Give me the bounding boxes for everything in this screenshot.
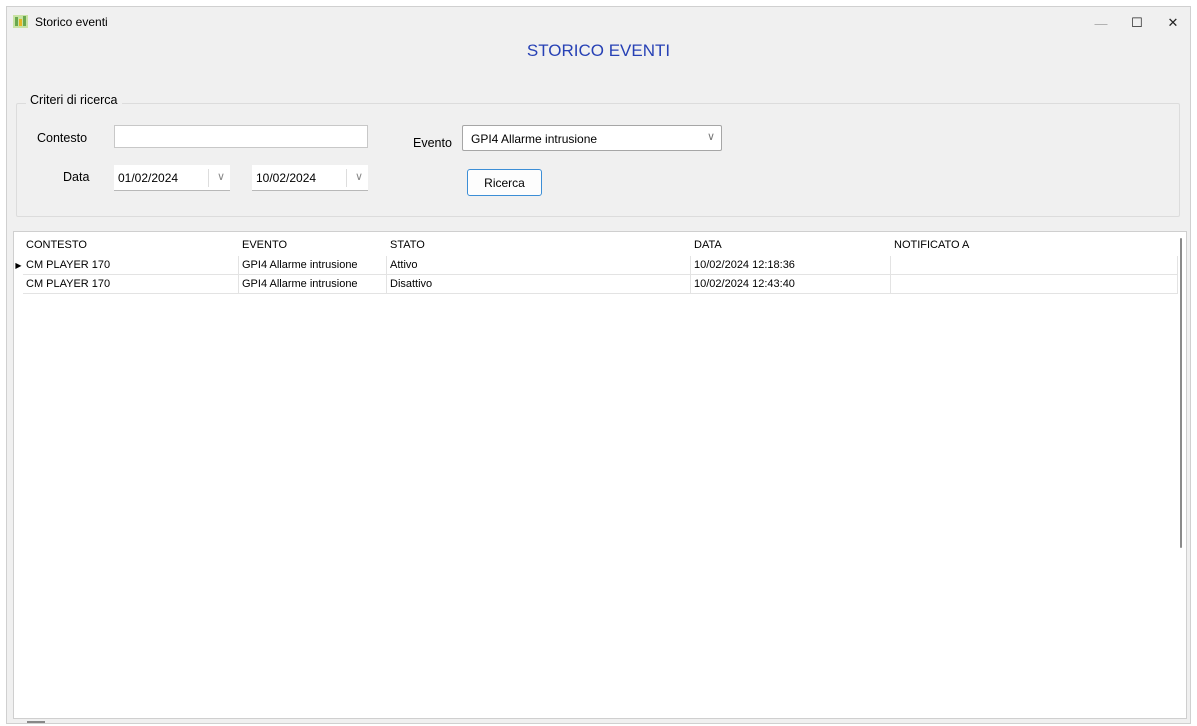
search-criteria-legend: Criteri di ricerca	[26, 93, 122, 107]
column-header-stato[interactable]: STATO	[387, 236, 691, 255]
window-title: Storico eventi	[35, 15, 108, 29]
evento-label: Evento	[413, 136, 452, 150]
chevron-down-icon[interactable]: ∨	[355, 170, 363, 183]
date-from-separator	[208, 169, 209, 187]
date-to-picker[interactable]: 10/02/2024 ∨	[252, 165, 368, 191]
date-from-value: 01/02/2024	[118, 171, 179, 185]
cell-evento[interactable]: GPI4 Allarme intrusione	[239, 275, 387, 294]
column-header-notificato-a[interactable]: NOTIFICATO A	[891, 236, 1178, 255]
table-row[interactable]: ▶ CM PLAYER 170 GPI4 Allarme intrusione …	[14, 256, 1178, 275]
grid-header: CONTESTO EVENTO STATO DATA NOTIFICATO A	[14, 236, 1178, 255]
cell-notificato-a[interactable]	[891, 256, 1178, 275]
chevron-down-icon[interactable]: ∨	[707, 130, 715, 143]
cell-stato[interactable]: Disattivo	[387, 275, 691, 294]
app-window: Storico eventi — ☐ ✕ STORICO EVENTI Crit…	[6, 6, 1191, 724]
maximize-button[interactable]: ☐	[1117, 9, 1157, 37]
maximize-icon: ☐	[1131, 15, 1143, 30]
close-button[interactable]: ✕	[1153, 9, 1193, 37]
minimize-icon: —	[1094, 15, 1108, 31]
title-bar[interactable]: Storico eventi — ☐ ✕	[7, 7, 1190, 37]
column-header-contesto[interactable]: CONTESTO	[23, 236, 239, 255]
date-to-separator	[346, 169, 347, 187]
current-row-indicator-icon: ▶	[15, 261, 22, 270]
evento-select[interactable]: GPI4 Allarme intrusione ∨	[462, 125, 722, 151]
events-grid: CONTESTO EVENTO STATO DATA NOTIFICATO A …	[13, 231, 1187, 719]
cell-contesto[interactable]: CM PLAYER 170	[23, 256, 239, 275]
cell-stato[interactable]: Attivo	[387, 256, 691, 275]
column-header-data[interactable]: DATA	[691, 236, 891, 255]
close-icon: ✕	[1167, 15, 1179, 30]
table-row[interactable]: CM PLAYER 170 GPI4 Allarme intrusione Di…	[14, 275, 1178, 294]
date-to-value: 10/02/2024	[256, 171, 317, 185]
resize-grip[interactable]	[27, 721, 45, 723]
column-header-evento[interactable]: EVENTO	[239, 236, 387, 255]
scrollbar-thumb[interactable]	[1180, 238, 1182, 548]
search-criteria-group	[16, 103, 1180, 217]
contesto-input[interactable]	[114, 125, 368, 148]
page-title: STORICO EVENTI	[526, 41, 671, 60]
ricerca-button[interactable]: Ricerca	[467, 169, 542, 196]
app-icon	[13, 15, 28, 28]
cell-contesto[interactable]: CM PLAYER 170	[23, 275, 239, 294]
date-from-picker[interactable]: 01/02/2024 ∨	[114, 165, 230, 191]
contesto-label: Contesto	[37, 131, 88, 145]
vertical-scrollbar[interactable]	[1176, 232, 1186, 718]
evento-select-value: GPI4 Allarme intrusione	[471, 132, 598, 146]
cell-data[interactable]: 10/02/2024 12:43:40	[691, 275, 891, 294]
minimize-button[interactable]: —	[1081, 9, 1121, 37]
cell-notificato-a[interactable]	[891, 275, 1178, 294]
cell-data[interactable]: 10/02/2024 12:18:36	[691, 256, 891, 275]
cell-evento[interactable]: GPI4 Allarme intrusione	[239, 256, 387, 275]
chevron-down-icon[interactable]: ∨	[217, 170, 225, 183]
data-label: Data	[63, 170, 90, 184]
